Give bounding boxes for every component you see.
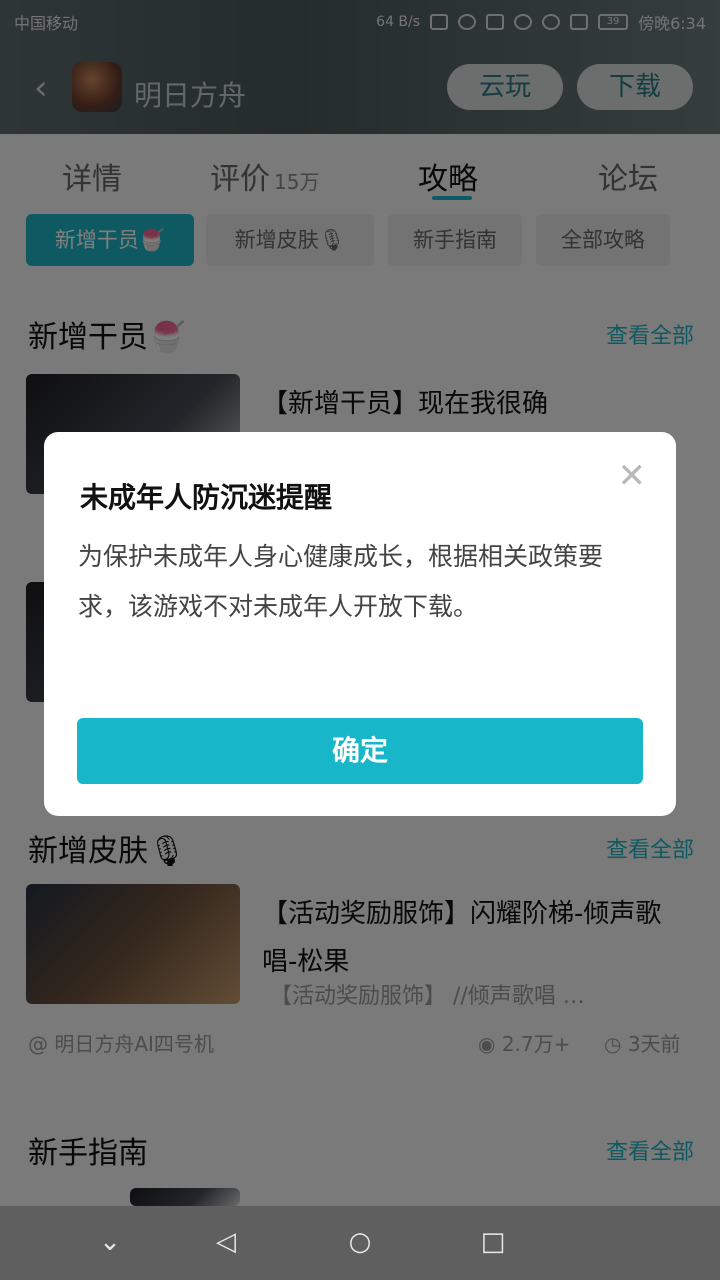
confirm-button[interactable]: 确定 [77,718,643,784]
recents-icon[interactable]: □ [473,1222,513,1262]
collapse-icon[interactable]: ⌄ [90,1222,130,1262]
anti-addiction-dialog: 未成年人防沉迷提醒 ✕ 为保护未成年人身心健康成长，根据相关政策要求，该游戏不对… [44,432,676,816]
close-icon[interactable]: ✕ [618,456,647,496]
nav-back-icon[interactable]: ◁ [206,1222,246,1262]
dialog-title: 未成年人防沉迷提醒 [80,481,333,514]
dialog-message: 为保护未成年人身心健康成长，根据相关政策要求，该游戏不对未成年人开放下载。 [78,542,604,621]
home-icon[interactable]: ○ [340,1222,380,1262]
system-nav-bar: ⌄ ◁ ○ □ [0,1206,720,1280]
